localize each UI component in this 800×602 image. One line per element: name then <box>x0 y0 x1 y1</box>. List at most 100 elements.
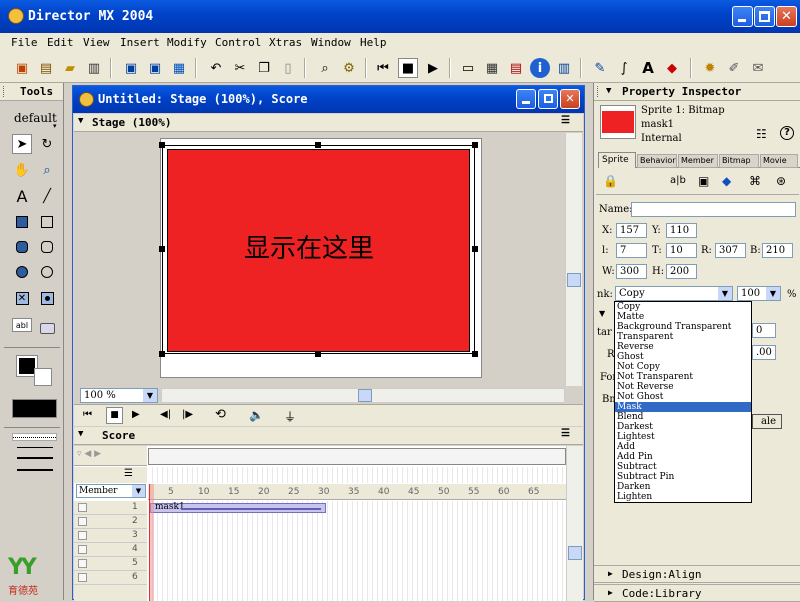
stage-close-button[interactable]: ✕ <box>560 89 580 109</box>
ink-option[interactable]: Subtract Pin <box>615 472 751 482</box>
ink-option[interactable]: Mask <box>615 402 751 412</box>
stage-scroll-thumb[interactable] <box>567 273 581 287</box>
pattern-swatch[interactable] <box>12 399 57 418</box>
trails-icon[interactable]: ⌘ <box>749 174 761 188</box>
score-scroll-thumb[interactable] <box>568 546 582 560</box>
scale-button-partial[interactable]: ale <box>752 414 782 429</box>
playhead[interactable] <box>149 484 154 601</box>
new-movie-icon[interactable]: ▣ <box>12 58 32 78</box>
selection-handle[interactable] <box>315 142 321 148</box>
w-field[interactable]: 300 <box>616 264 647 279</box>
code-panel-header[interactable]: ▶ Code:Library <box>594 584 800 602</box>
message-icon[interactable]: ✉ <box>748 58 768 78</box>
rect-icon[interactable] <box>37 212 57 232</box>
help-icon[interactable]: ? <box>780 126 794 140</box>
rotation-field-partial[interactable]: .00 <box>752 345 776 360</box>
loop-icon[interactable]: ⟲ <box>215 407 226 422</box>
field-tool-icon[interactable]: abl <box>12 318 32 332</box>
section-collapse-arrow-icon[interactable]: ▼ <box>599 309 605 318</box>
save-icon[interactable]: ▣ <box>121 58 141 78</box>
stage-collapse-arrow-icon[interactable]: ▼ <box>78 116 83 126</box>
design-panel-expand-arrow-icon[interactable]: ▶ <box>608 569 613 578</box>
find-icon[interactable]: ⌕ <box>315 58 335 78</box>
stage-horizontal-scrollbar[interactable] <box>161 388 565 403</box>
selection-handle[interactable] <box>159 142 165 148</box>
hand-tool-icon[interactable]: ✋ <box>12 160 32 180</box>
menu-edit[interactable]: Edit <box>47 36 74 49</box>
score-sprite-span[interactable]: mask1 <box>150 502 326 513</box>
background-color-swatch[interactable] <box>34 368 52 386</box>
channel-toggle-button[interactable] <box>78 531 87 540</box>
ink-option[interactable]: Not Copy <box>615 362 751 372</box>
paint-icon[interactable]: ✎ <box>590 58 610 78</box>
script-icon[interactable]: ✐ <box>724 58 744 78</box>
text-tool-icon[interactable]: A <box>12 186 32 206</box>
shockwave-icon[interactable]: ◆ <box>662 58 682 78</box>
editable-icon[interactable]: ▣ <box>698 174 709 188</box>
tab-behavior[interactable]: Behavior <box>637 154 677 168</box>
channel-row[interactable]: 4 <box>74 543 147 557</box>
x-field[interactable]: 157 <box>616 223 647 238</box>
line-tool-icon[interactable]: ╱ <box>37 186 57 206</box>
menu-window[interactable]: Window <box>311 36 351 49</box>
channel-toggle-button[interactable] <box>78 503 87 512</box>
l-field[interactable]: 7 <box>616 243 647 258</box>
volume-icon[interactable]: 🔈 <box>249 408 264 422</box>
stage-hscroll-thumb[interactable] <box>358 389 372 402</box>
tab-bitmap[interactable]: Bitmap <box>719 154 759 168</box>
marker-menu-icon[interactable]: ☰ <box>124 468 133 479</box>
zoom-select[interactable]: 100 % ▼ <box>80 388 158 403</box>
selection-handle[interactable] <box>315 351 321 357</box>
menu-control[interactable]: Control <box>215 36 261 49</box>
channel-row[interactable]: 1 <box>74 501 147 515</box>
ink-option[interactable]: Copy <box>615 302 751 312</box>
info-icon[interactable]: i <box>530 58 550 78</box>
tweening-icon[interactable]: ⊛ <box>776 174 786 188</box>
filled-ellipse-icon[interactable] <box>12 262 32 282</box>
checkbox-tool-icon[interactable]: ✕ <box>12 288 32 308</box>
blend-select[interactable]: 100 ▼ <box>737 286 781 301</box>
channel-row[interactable]: 2 <box>74 515 147 529</box>
minimize-button[interactable] <box>732 6 753 27</box>
maximize-button[interactable] <box>754 6 775 27</box>
channel-display-select[interactable]: Member ▼ <box>76 484 146 498</box>
copy-icon[interactable]: ❐ <box>254 58 274 78</box>
name-field[interactable] <box>631 202 796 217</box>
start-frame-field-partial[interactable]: 0 <box>752 323 776 338</box>
play-icon[interactable]: ▶ <box>423 58 443 78</box>
menu-view[interactable]: View <box>83 36 110 49</box>
paste-icon[interactable]: ▯ <box>278 58 298 78</box>
menu-file[interactable]: File <box>11 36 38 49</box>
stage-window-icon[interactable]: ▭ <box>458 58 478 78</box>
filled-rect-icon[interactable] <box>12 212 32 232</box>
channel-toggle-button[interactable] <box>78 573 87 582</box>
round-rect-icon[interactable] <box>37 237 57 257</box>
ellipse-icon[interactable] <box>37 262 57 282</box>
stage-vertical-scrollbar[interactable] <box>565 133 582 386</box>
new-cast-icon[interactable]: ▤ <box>36 58 56 78</box>
channel-toggle-button[interactable] <box>78 559 87 568</box>
menu-help[interactable]: Help <box>360 36 387 49</box>
stage-restore-button[interactable] <box>538 89 558 109</box>
design-panel-header[interactable]: ▶ Design:Align <box>594 565 800 583</box>
lock-icon[interactable]: 🔒 <box>603 174 618 188</box>
ink-option[interactable]: Not Ghost <box>615 392 751 402</box>
stage-play-icon[interactable]: ▶ <box>132 409 140 420</box>
menu-xtras[interactable]: Xtras <box>269 36 302 49</box>
ink-dropdown-icon[interactable]: ▼ <box>718 287 732 300</box>
selection-handle[interactable] <box>472 351 478 357</box>
code-panel-expand-arrow-icon[interactable]: ▶ <box>608 588 613 597</box>
ink-option[interactable]: Matte <box>615 312 751 322</box>
ink-select[interactable]: Copy ▼ <box>615 286 733 301</box>
ink-option[interactable]: Subtract <box>615 462 751 472</box>
r-field[interactable]: 307 <box>715 243 746 258</box>
tab-movie[interactable]: Movie <box>760 154 798 168</box>
score-vertical-scrollbar[interactable] <box>566 446 583 601</box>
stage-panel-options-icon[interactable]: ☰ <box>561 115 570 126</box>
list-view-icon[interactable]: ☷ <box>756 127 767 141</box>
stage-stop-icon[interactable]: ■ <box>106 407 123 424</box>
ink-option[interactable]: Not Transparent <box>615 372 751 382</box>
ink-option[interactable]: Blend <box>615 412 751 422</box>
step-forward-icon[interactable]: |▶ <box>182 409 193 420</box>
close-button[interactable]: ✕ <box>776 6 797 27</box>
